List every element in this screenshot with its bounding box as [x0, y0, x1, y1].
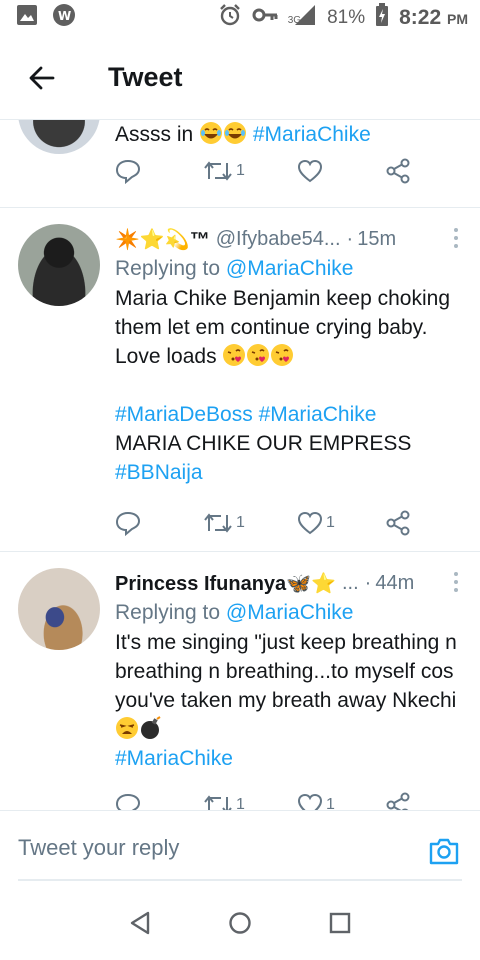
like-count: 1 [326, 796, 335, 810]
share-button[interactable] [385, 792, 411, 810]
square-recents-icon [329, 912, 351, 933]
retweet-count: 1 [236, 162, 245, 179]
retweet-icon [204, 795, 232, 810]
face-blowing-a-kiss-icon [246, 343, 270, 367]
arrow-left-icon [29, 66, 55, 89]
reply-composer: Tweet your reply [0, 810, 480, 885]
heart-icon [297, 159, 323, 183]
hashtag-link[interactable]: #MariaChike [115, 747, 233, 770]
reply-icon [115, 793, 141, 810]
hashtag-link[interactable]: #MariaChike [253, 123, 371, 146]
key-icon [252, 6, 278, 30]
like-button[interactable]: 1 [297, 793, 335, 810]
replying-to: Replying to @MariaChike [115, 601, 354, 624]
hashtag-link[interactable]: #MariaDeBoss [115, 403, 253, 426]
retweet-count: 1 [236, 796, 245, 810]
camera-icon[interactable] [428, 835, 460, 867]
tweet-text-line: MARIA CHIKE OUR EMPRESS [115, 432, 412, 455]
timestamp: 15m [357, 227, 397, 250]
battery-percent: 81% [327, 7, 366, 28]
like-button[interactable]: 1 [297, 511, 335, 535]
face-blowing-a-kiss-icon [222, 343, 246, 367]
timestamp: 44m [375, 571, 415, 594]
triangle-back-icon [130, 911, 150, 934]
tweet-hashtags: #MariaDeBoss #MariaChike [115, 400, 462, 429]
reply-input-underline [18, 879, 462, 881]
top-app-bar: Tweet [0, 36, 480, 120]
share-button[interactable] [385, 158, 411, 184]
retweet-count: 1 [236, 514, 245, 531]
svg-text:W: W [58, 9, 71, 23]
display-name[interactable]: Princess Ifunanya🦋⭐ [115, 571, 336, 596]
reply-button[interactable] [115, 792, 141, 810]
alarm-icon [218, 3, 242, 33]
nav-back-button[interactable] [120, 903, 160, 943]
face-with-tears-of-joy-icon [223, 121, 247, 145]
share-button[interactable] [385, 510, 411, 536]
status-bar: W 3G 81% 8:22 PM [0, 0, 480, 36]
display-name[interactable]: ✴️⭐💫™ [115, 227, 210, 252]
avatar[interactable] [18, 120, 100, 154]
weary-face-icon [115, 716, 139, 740]
share-icon [386, 158, 410, 184]
retweet-button[interactable]: 1 [203, 793, 245, 810]
username[interactable]: ... [342, 572, 359, 595]
replying-to: Replying to @MariaChike [115, 257, 354, 280]
nav-recents-button[interactable] [320, 903, 360, 943]
avatar[interactable] [18, 224, 100, 306]
replies-feed[interactable]: Assss in #MariaChike 1 ✴️⭐💫™ @Ifybabe54.… [0, 120, 480, 810]
face-blowing-a-kiss-icon [270, 343, 294, 367]
tweet-card[interactable]: Assss in #MariaChike 1 [0, 120, 480, 208]
tweet-text: It's me singing "just keep breathing n b… [115, 628, 462, 744]
retweet-button[interactable]: 1 [203, 511, 245, 535]
avatar[interactable] [18, 568, 100, 650]
tweet-header: Princess Ifunanya🦋⭐ ... · 44m [115, 568, 462, 598]
like-button[interactable] [297, 159, 323, 183]
page-title: Tweet [108, 62, 183, 92]
reply-button[interactable] [115, 158, 141, 184]
like-count: 1 [326, 514, 335, 531]
hashtag-link[interactable]: #BBNaija [115, 461, 203, 484]
gallery-icon [16, 4, 38, 32]
retweet-icon [204, 513, 232, 533]
tweet-header: ✴️⭐💫™ @Ifybabe54... · 15m [115, 224, 462, 254]
heart-icon [297, 511, 323, 535]
app-notification-icon: W [52, 3, 76, 33]
share-icon [386, 510, 410, 536]
separator-dot: · [346, 227, 354, 250]
mention-link[interactable]: @MariaChike [226, 257, 354, 280]
network-type-label: 3G [287, 15, 302, 26]
heart-icon [297, 793, 323, 810]
tweet-text: Assss in #MariaChike [115, 121, 371, 146]
separator-dot: · [364, 571, 372, 594]
battery-charging-icon [375, 3, 389, 33]
retweet-button[interactable]: 1 [203, 159, 245, 183]
bomb-icon [139, 716, 163, 740]
username[interactable]: @Ifybabe54... [216, 228, 341, 251]
reply-icon [115, 159, 141, 184]
mention-link[interactable]: @MariaChike [226, 601, 354, 624]
clock: 8:22 PM [399, 6, 468, 29]
back-button[interactable] [20, 56, 64, 100]
system-navigation-bar [0, 885, 480, 960]
nav-home-button[interactable] [220, 903, 260, 943]
reply-input[interactable]: Tweet your reply [18, 835, 179, 861]
hashtag-link[interactable]: #MariaChike [259, 403, 377, 426]
face-with-tears-of-joy-icon [199, 121, 223, 145]
reply-button[interactable] [115, 510, 141, 536]
reply-icon [115, 511, 141, 536]
more-options-icon[interactable] [446, 226, 466, 250]
tweet-text: Maria Chike Benjamin keep choking them l… [115, 287, 451, 368]
tweet-card[interactable]: ✴️⭐💫™ @Ifybabe54... · 15m Replying to @M… [0, 208, 480, 552]
share-icon [386, 792, 410, 810]
circle-home-icon [229, 911, 251, 934]
more-options-icon[interactable] [446, 570, 466, 594]
tweet-card[interactable]: Princess Ifunanya🦋⭐ ... · 44m Replying t… [0, 552, 480, 810]
retweet-icon [204, 161, 232, 181]
